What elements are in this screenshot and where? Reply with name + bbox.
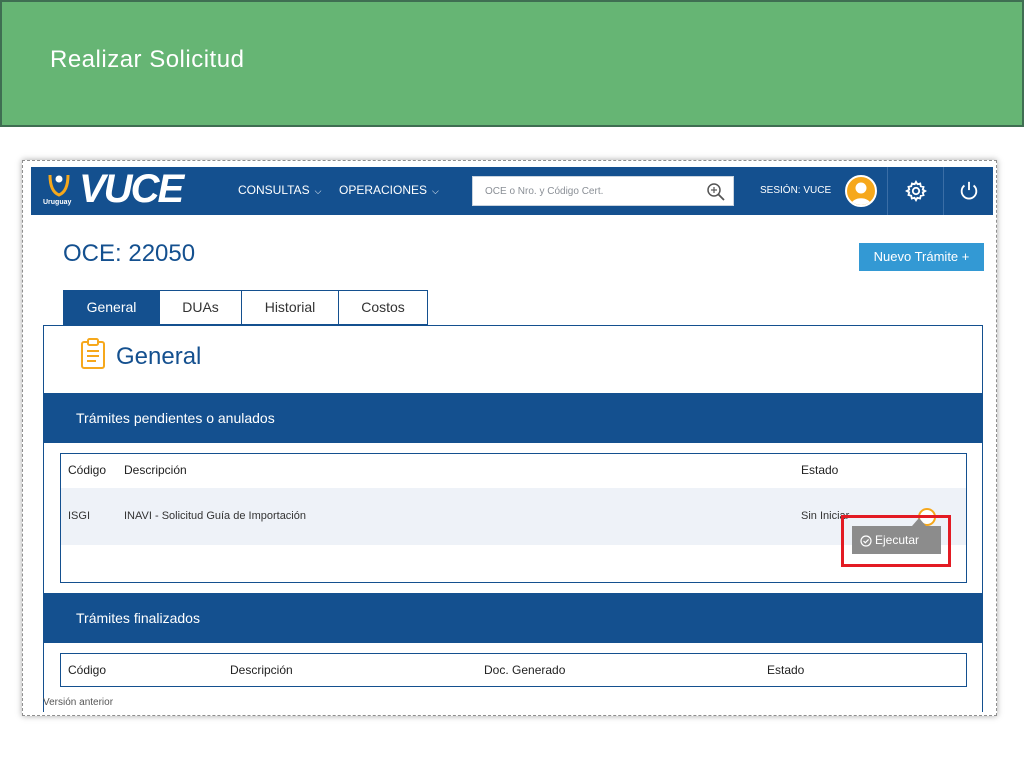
column-header-codigo: Código xyxy=(68,463,107,477)
settings-button[interactable] xyxy=(889,167,943,215)
ejecutar-button[interactable]: Ejecutar xyxy=(852,518,941,554)
navbar-divider xyxy=(887,167,888,215)
check-circle-icon xyxy=(860,535,872,547)
column-header-descripcion: Descripción xyxy=(124,463,187,477)
power-icon xyxy=(960,181,978,200)
logout-button[interactable] xyxy=(944,167,993,215)
pending-table: Código Descripción Estado ISGI INAVI - S… xyxy=(60,453,967,583)
chevron-down-icon: ⌵ xyxy=(314,186,322,196)
nav-consultas[interactable]: CONSULTAS ⌵ xyxy=(238,183,321,197)
tab-costos[interactable]: Costos xyxy=(339,290,428,325)
panel-title: General xyxy=(116,343,202,370)
app-window: Uruguay VUCE CONSULTAS ⌵ OPERACIONES ⌵ SES… xyxy=(31,167,993,712)
logo-wordmark: VUCE xyxy=(79,167,184,211)
chevron-down-icon: ⌵ xyxy=(432,186,439,196)
cell-descripcion: INAVI - Solicitud Guía de Importación xyxy=(124,510,306,522)
user-avatar[interactable] xyxy=(845,175,877,207)
logo-subtitle: Uruguay xyxy=(43,199,72,206)
new-tramite-button[interactable]: Nuevo Trámite + xyxy=(859,243,984,271)
nav-consultas-label: CONSULTAS xyxy=(238,183,310,197)
search-input[interactable] xyxy=(473,177,693,205)
nav-operaciones-label: OPERACIONES xyxy=(339,183,428,197)
tab-duas[interactable]: DUAs xyxy=(160,290,242,325)
pending-section-header: Trámites pendientes o anulados xyxy=(44,393,982,443)
column-header-estado: Estado xyxy=(801,463,839,477)
cell-codigo: ISGI xyxy=(68,510,91,522)
tab-bar: General DUAs Historial Costos xyxy=(63,290,428,325)
finished-table: Código Descripción Doc. Generado Estado xyxy=(60,653,967,687)
search-box xyxy=(472,176,734,206)
vuce-logo[interactable]: Uruguay VUCE xyxy=(43,167,193,211)
session-label: SESIÓN: VUCE xyxy=(760,185,832,196)
shield-logo-icon xyxy=(48,174,70,197)
column-header-codigo: Código xyxy=(68,663,107,677)
previous-version-link[interactable]: Versión anterior xyxy=(43,697,113,708)
ejecutar-label: Ejecutar xyxy=(875,533,920,547)
column-header-descripcion: Descripción xyxy=(230,663,293,677)
app-screenshot: Uruguay VUCE CONSULTAS ⌵ OPERACIONES ⌵ SES… xyxy=(22,160,997,716)
slide-title: Realizar Solicitud xyxy=(50,46,245,73)
gear-icon xyxy=(905,180,927,202)
tab-general[interactable]: General xyxy=(63,290,160,325)
table-row[interactable]: ISGI INAVI - Solicitud Guía de Importaci… xyxy=(61,488,966,545)
tab-historial[interactable]: Historial xyxy=(242,290,339,325)
search-icon[interactable] xyxy=(706,182,726,202)
column-header-doc-generado: Doc. Generado xyxy=(484,663,566,677)
finished-section-header: Trámites finalizados xyxy=(44,593,982,643)
column-header-estado: Estado xyxy=(767,663,805,677)
top-navbar: Uruguay VUCE CONSULTAS ⌵ OPERACIONES ⌵ SES… xyxy=(31,167,993,215)
user-icon xyxy=(851,182,871,205)
page-title: OCE: 22050 xyxy=(63,240,196,267)
slide-banner: Realizar Solicitud xyxy=(0,0,1024,127)
nav-operaciones[interactable]: OPERACIONES ⌵ xyxy=(339,183,439,197)
clipboard-icon xyxy=(81,338,105,369)
